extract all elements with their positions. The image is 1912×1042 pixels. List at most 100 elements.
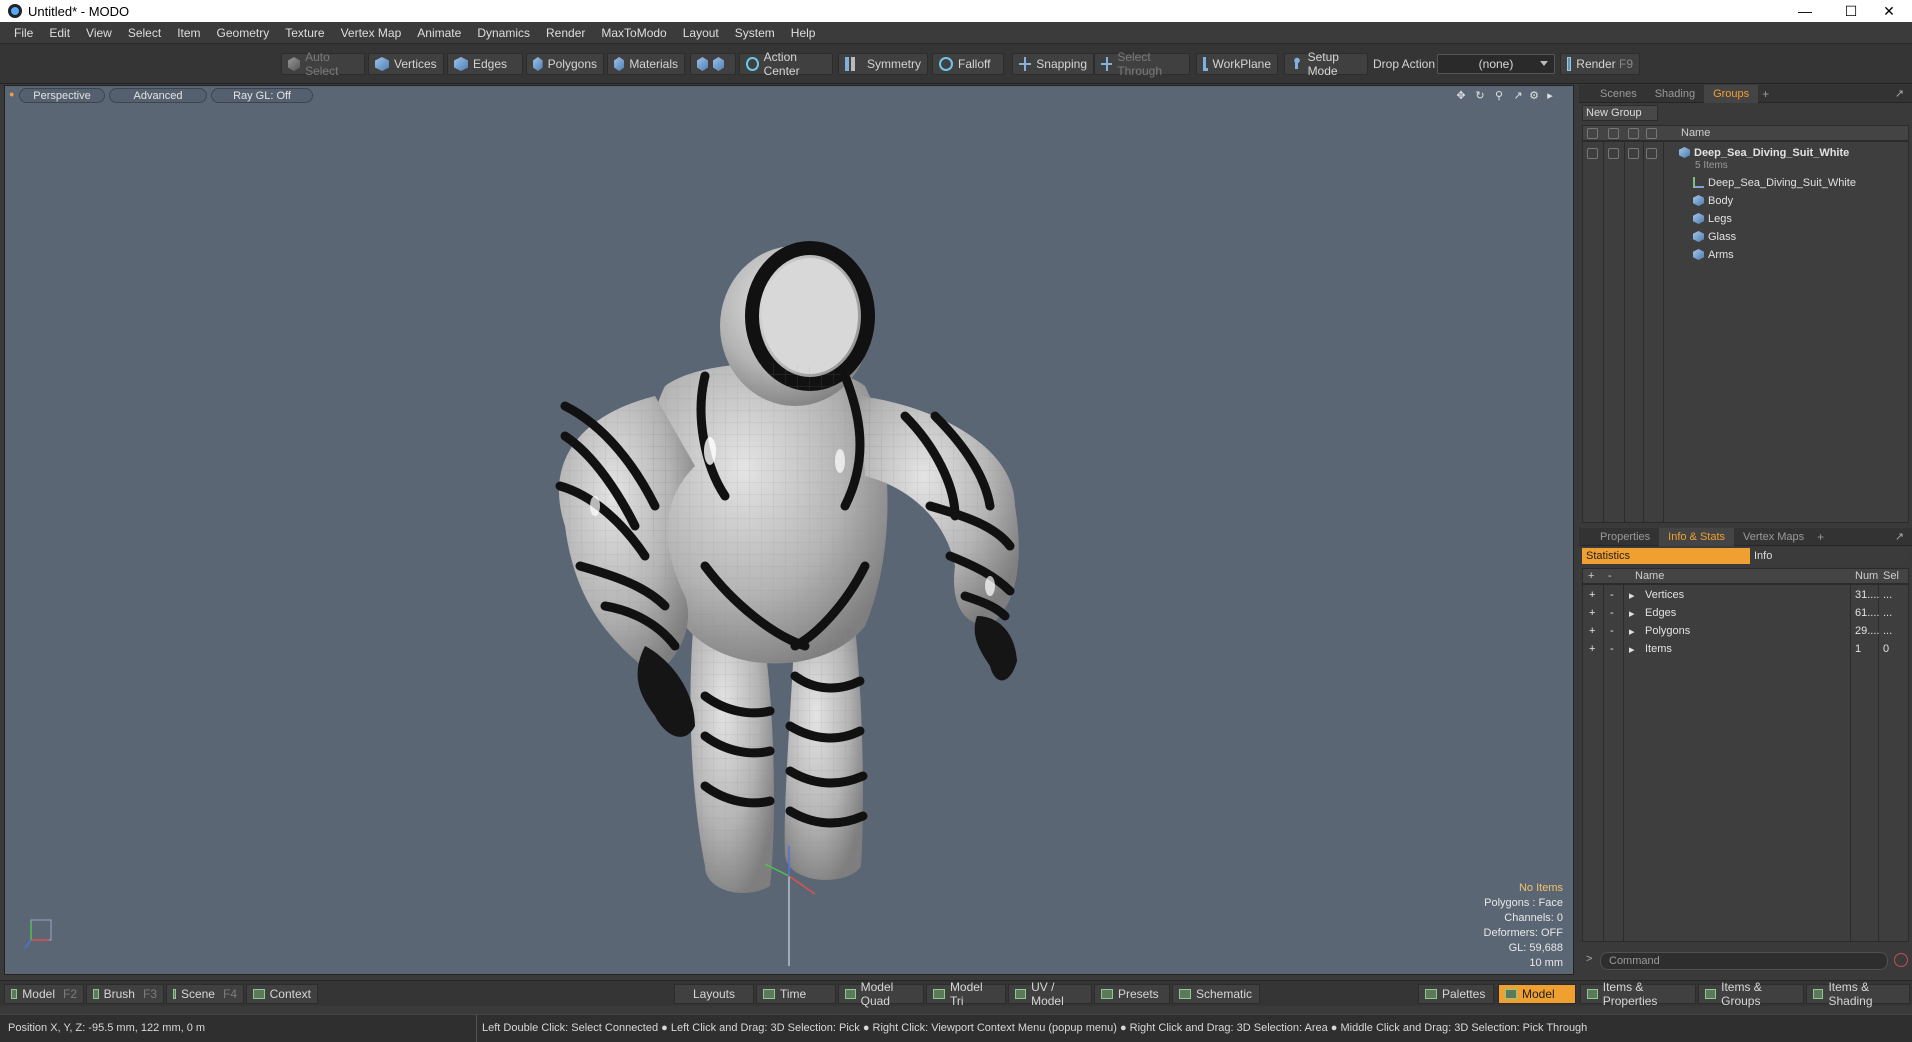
edges-button[interactable]: Edges [447,53,523,75]
items-properties-button[interactable]: Items & Properties [1580,980,1696,1008]
table-row[interactable]: + - ▸ Edges 61.... ... [1583,605,1908,623]
menu-texture[interactable]: Texture [277,22,332,44]
tab-vertex-maps[interactable]: Vertex Maps [1734,528,1813,546]
tree-row-locator[interactable]: Deep_Sea_Diving_Suit_White [1693,174,1856,191]
collapse-icon[interactable]: - [1610,643,1614,655]
menu-select[interactable]: Select [120,22,169,44]
menu-layout[interactable]: Layout [675,22,727,44]
3d-viewport[interactable]: ● Perspective Advanced Ray GL: Off ✥ ↻ ⚲… [4,85,1574,975]
scene-tab-button[interactable]: Scene F4 [166,984,244,1004]
collapse-icon[interactable]: - [1610,625,1614,637]
tab-groups[interactable]: Groups [1704,84,1759,103]
menu-system[interactable]: System [727,22,783,44]
context-tab-button[interactable]: Context [246,984,318,1004]
setup-mode-button[interactable]: Setup Mode [1284,50,1368,78]
tab-scenes[interactable]: Scenes [1591,85,1646,103]
collapse-icon[interactable]: - [1610,607,1614,619]
chevron-right-icon[interactable]: ▸ [1629,589,1635,602]
schematic-button[interactable]: Schematic [1172,984,1260,1004]
expand-icon[interactable]: + [1589,607,1595,619]
item-mode-buttons[interactable] [690,53,736,75]
expand-icon[interactable]: + [1589,589,1595,601]
table-row[interactable]: + - ▸ Polygons 29.... ... [1583,623,1908,641]
subtab-info[interactable]: Info [1750,548,1909,564]
menu-view[interactable]: View [78,22,120,44]
chevron-right-icon[interactable]: ▸ [1629,625,1635,638]
command-input[interactable]: Command [1600,952,1888,970]
menu-render[interactable]: Render [538,22,593,44]
chevron-right-icon[interactable]: ▸ [1629,607,1635,620]
expand-all-icon[interactable]: + [1588,570,1594,582]
model-tab-button[interactable]: Model F2 [4,984,84,1004]
tab-shading[interactable]: Shading [1646,85,1704,103]
items-groups-button[interactable]: Items & Groups [1698,980,1804,1008]
tree-row-glass[interactable]: Glass [1693,228,1736,245]
menu-item[interactable]: Item [169,22,208,44]
presets-button[interactable]: Presets [1094,984,1170,1004]
select-column-icon[interactable] [1646,128,1657,139]
menu-geometry[interactable]: Geometry [209,22,278,44]
menu-dynamics[interactable]: Dynamics [469,22,538,44]
tree-row-legs[interactable]: Legs [1693,210,1732,227]
add-tab-icon[interactable]: + [1813,530,1828,544]
materials-button[interactable]: Materials [607,53,685,75]
collapse-all-icon[interactable]: - [1608,570,1612,582]
menu-file[interactable]: File [6,22,41,44]
subtab-statistics[interactable]: Statistics [1582,548,1750,564]
stat-num: 29.... [1855,625,1880,637]
add-tab-icon[interactable]: + [1758,87,1773,101]
vertices-button[interactable]: Vertices [368,53,444,75]
menu-maxtomodo[interactable]: MaxToModo [593,22,674,44]
model-tri-button[interactable]: Model Tri [926,980,1006,1008]
items-groups-label: Items & Groups [1721,980,1762,1008]
model-layout-button[interactable]: Model [1498,984,1576,1004]
tab-info-stats[interactable]: Info & Stats [1659,527,1735,546]
time-button[interactable]: Time [756,984,836,1004]
record-macro-icon[interactable] [1894,953,1908,967]
action-center-button[interactable]: Action Center [739,50,833,78]
diving-suit-model[interactable] [5,86,1574,975]
visibility-column-icon[interactable] [1587,128,1598,139]
lock-column-icon[interactable] [1628,128,1639,139]
symmetry-button[interactable]: Symmetry [838,53,928,75]
chevron-right-icon[interactable]: ▸ [1629,643,1635,656]
minimize-icon[interactable]: — [1782,0,1828,22]
items-shading-button[interactable]: Items & Shading [1806,980,1910,1008]
group-lock-toggle[interactable] [1628,148,1639,159]
tree-row-body[interactable]: Body [1693,192,1733,209]
palettes-button[interactable]: Palettes [1418,984,1494,1004]
menu-help[interactable]: Help [783,22,824,44]
menu-animate[interactable]: Animate [409,22,469,44]
select-through-button[interactable]: Select Through [1094,50,1190,78]
panel-expand-icon[interactable]: ↗ [1895,530,1904,543]
collapse-icon[interactable]: - [1610,589,1614,601]
menu-edit[interactable]: Edit [41,22,78,44]
render-column-icon[interactable] [1608,128,1619,139]
group-select-toggle[interactable] [1646,148,1657,159]
auto-select-button[interactable]: Auto Select [281,50,365,78]
model-quad-button[interactable]: Model Quad [838,980,924,1008]
polygons-button[interactable]: Polygons [526,53,604,75]
close-icon[interactable]: ✕ [1866,0,1912,22]
layouts-button[interactable]: Layouts [674,984,754,1004]
table-row[interactable]: + - ▸ Vertices 31.... ... [1583,587,1908,605]
uv-model-button[interactable]: UV / Model [1008,980,1092,1008]
expand-icon[interactable]: + [1589,643,1595,655]
model-tab-label: Model [22,987,55,1001]
table-row[interactable]: + - ▸ Items 1 0 [1583,641,1908,659]
brush-tab-button[interactable]: Brush F3 [86,984,164,1004]
group-render-toggle[interactable] [1608,148,1619,159]
new-group-button[interactable]: New Group [1582,105,1658,121]
tree-row-arms[interactable]: Arms [1693,246,1734,263]
falloff-button[interactable]: Falloff [932,53,1004,75]
expand-icon[interactable]: + [1589,625,1595,637]
render-button[interactable]: Render F9 [1560,53,1640,75]
menu-vertex-map[interactable]: Vertex Map [333,22,410,44]
workplane-button[interactable]: WorkPlane [1196,53,1278,75]
stat-sel: ... [1883,607,1893,619]
snapping-button[interactable]: Snapping [1012,53,1094,75]
drop-action-dropdown[interactable]: (none) [1437,54,1555,74]
group-visibility-toggle[interactable] [1587,148,1598,159]
tab-properties[interactable]: Properties [1591,528,1659,546]
panel-expand-icon[interactable]: ↗ [1895,87,1904,100]
